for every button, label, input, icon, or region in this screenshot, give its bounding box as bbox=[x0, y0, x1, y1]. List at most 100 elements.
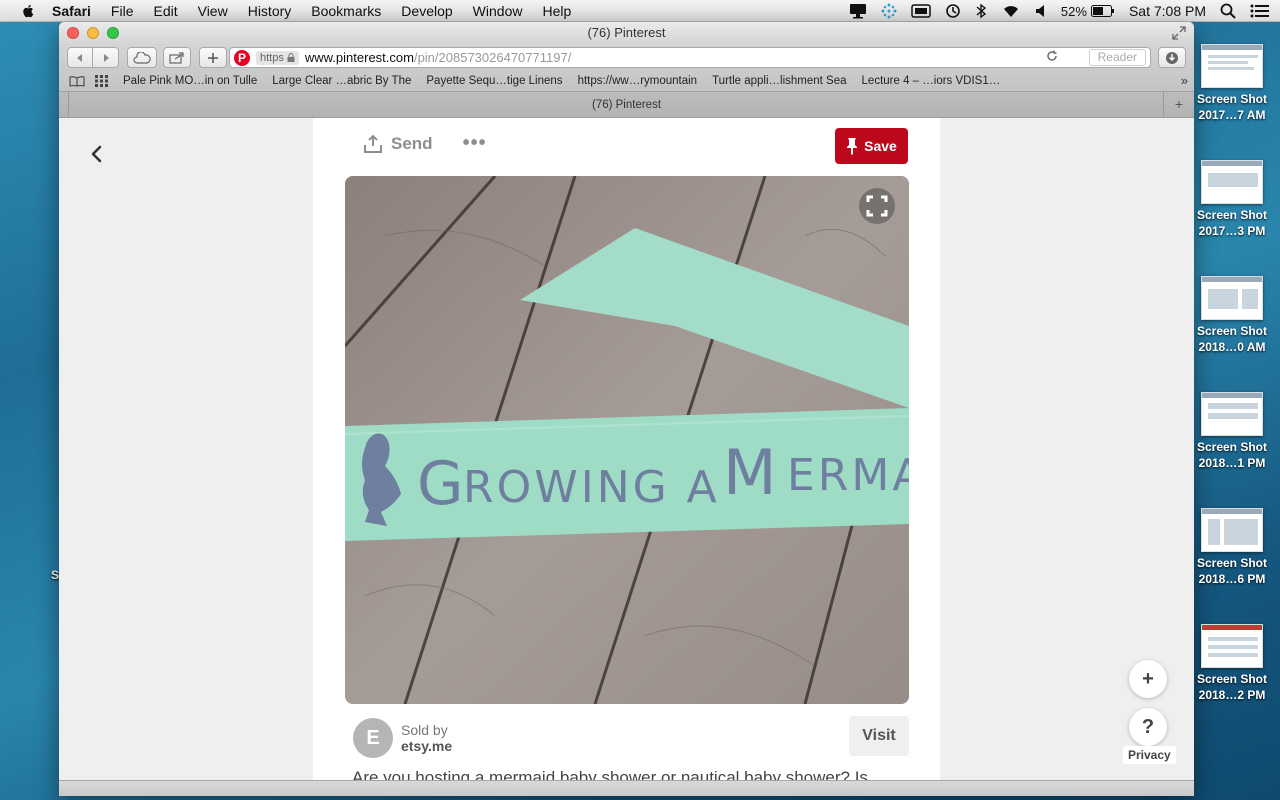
desktop-screenshot-icon[interactable]: Screen Shot 2018…6 PM bbox=[1196, 508, 1268, 587]
forward-button[interactable] bbox=[93, 47, 119, 68]
desktop-icon-label: Screen Shot bbox=[1196, 556, 1268, 570]
menu-help[interactable]: Help bbox=[542, 3, 571, 19]
menu-bookmarks[interactable]: Bookmarks bbox=[311, 3, 381, 19]
screenshot-thumbnail bbox=[1201, 392, 1263, 436]
close-window-button[interactable] bbox=[67, 27, 79, 39]
menu-file[interactable]: File bbox=[111, 3, 134, 19]
desktop-icon-label: 2018…6 PM bbox=[1198, 572, 1266, 586]
minimize-window-button[interactable] bbox=[87, 27, 99, 39]
send-label: Send bbox=[391, 133, 433, 153]
screenshot-thumbnail bbox=[1201, 276, 1263, 320]
tab-divider bbox=[68, 92, 69, 118]
desktop-icon-label: Screen Shot bbox=[1196, 672, 1268, 686]
pinterest-favicon: P bbox=[234, 49, 250, 66]
screenshot-thumbnail bbox=[1201, 160, 1263, 204]
tab-bar: (76) Pinterest + bbox=[59, 91, 1194, 118]
desktop-icon-label-partial: S bbox=[51, 568, 60, 582]
share-button[interactable] bbox=[163, 47, 191, 68]
time-machine-icon[interactable] bbox=[945, 3, 961, 19]
safari-window: (76) Pinterest P https www.pinterest.com… bbox=[59, 22, 1194, 796]
bookmark-item[interactable]: Turtle appli…lishment Sea bbox=[712, 75, 846, 87]
wifi-icon[interactable] bbox=[1001, 3, 1021, 19]
back-button[interactable] bbox=[67, 47, 93, 68]
battery-icon[interactable] bbox=[1090, 5, 1115, 17]
volume-icon[interactable] bbox=[1035, 4, 1047, 18]
menu-edit[interactable]: Edit bbox=[153, 3, 177, 19]
desktop-icon-label: Screen Shot bbox=[1196, 324, 1268, 338]
pin-image[interactable]: G ROWING A M ERMA bbox=[345, 176, 909, 704]
menubar-clock[interactable]: Sat 7:08 PM bbox=[1129, 3, 1206, 19]
add-bookmark-button[interactable] bbox=[199, 47, 227, 68]
bookmark-item[interactable]: Pale Pink MO…in on Tulle bbox=[123, 75, 257, 87]
bookmarks-overflow-icon[interactable]: » bbox=[1181, 73, 1188, 88]
downloads-button[interactable] bbox=[1158, 47, 1186, 68]
zoom-window-button[interactable] bbox=[107, 27, 119, 39]
cloud-icon bbox=[133, 51, 151, 64]
expand-image-button[interactable] bbox=[859, 188, 895, 224]
seller-info[interactable]: E Sold by etsy.me bbox=[353, 718, 452, 758]
bluetooth-icon[interactable] bbox=[975, 3, 987, 19]
download-icon bbox=[1166, 51, 1178, 64]
desktop-screenshot-icon[interactable]: Screen Shot 2017…3 PM bbox=[1196, 160, 1268, 239]
desktop-screenshot-icon[interactable]: Screen Shot 2018…2 PM bbox=[1196, 624, 1268, 703]
bookmark-item[interactable]: Payette Sequ…tige Linens bbox=[426, 75, 562, 87]
visit-button[interactable]: Visit bbox=[849, 716, 909, 756]
share-icon bbox=[169, 51, 184, 64]
https-badge: https bbox=[256, 50, 299, 65]
desktop-icon-label: Screen Shot bbox=[1196, 440, 1268, 454]
save-label: Save bbox=[864, 138, 897, 154]
menu-view[interactable]: View bbox=[198, 3, 228, 19]
toolbar: P https www.pinterest.com /pin/208573026… bbox=[59, 44, 1194, 71]
notification-center-icon[interactable] bbox=[1250, 3, 1270, 19]
keyboard-icon[interactable] bbox=[911, 4, 931, 18]
apple-icon[interactable] bbox=[18, 3, 38, 19]
seller-text: Sold by etsy.me bbox=[401, 722, 452, 754]
create-pin-button[interactable]: + bbox=[1129, 660, 1167, 698]
desktop-screenshot-icon[interactable]: Screen Shot 2017…7 AM bbox=[1196, 44, 1268, 123]
share-upload-icon bbox=[364, 134, 382, 153]
forward-triangle-icon bbox=[103, 53, 109, 62]
lock-icon bbox=[287, 53, 295, 62]
window-title: (76) Pinterest bbox=[587, 25, 666, 40]
slack-icon[interactable] bbox=[881, 3, 897, 19]
reload-icon[interactable] bbox=[1046, 50, 1058, 65]
page-viewport[interactable]: Send ••• Save G ROWING A M ERM E Sold by… bbox=[59, 118, 1194, 780]
fullscreen-icon[interactable] bbox=[1172, 26, 1186, 40]
battery-percent[interactable]: 52% bbox=[1061, 4, 1087, 19]
bookmark-item[interactable]: Lecture 4 – …iors VDIS1… bbox=[862, 75, 1001, 87]
menu-window[interactable]: Window bbox=[473, 3, 523, 19]
desktop-icon-label: 2018…1 PM bbox=[1198, 456, 1266, 470]
title-bar[interactable]: (76) Pinterest bbox=[59, 22, 1194, 44]
mermaid-sash-photo: G ROWING A M ERMA bbox=[345, 176, 909, 704]
desktop-screenshot-icon[interactable]: Screen Shot 2018…1 PM bbox=[1196, 392, 1268, 471]
icloud-tabs-button[interactable] bbox=[127, 47, 157, 68]
reader-button[interactable]: Reader bbox=[1088, 49, 1146, 66]
send-button[interactable]: Send bbox=[363, 134, 433, 154]
more-options-icon[interactable]: ••• bbox=[463, 132, 487, 155]
spotlight-icon[interactable] bbox=[1220, 3, 1236, 19]
svg-text:ROWING A: ROWING A bbox=[463, 462, 720, 513]
pin-card: Send ••• Save G ROWING A M ERM E Sold by… bbox=[313, 118, 940, 780]
help-button[interactable]: ? bbox=[1129, 708, 1167, 746]
menu-app-safari[interactable]: Safari bbox=[52, 3, 91, 19]
desktop-screenshot-icon[interactable]: Screen Shot 2018…0 AM bbox=[1196, 276, 1268, 355]
top-sites-icon[interactable] bbox=[95, 75, 109, 87]
screenshot-thumbnail bbox=[1201, 624, 1263, 668]
tab-pinterest[interactable]: (76) Pinterest bbox=[592, 99, 661, 111]
menu-history[interactable]: History bbox=[248, 3, 292, 19]
messages-icon[interactable] bbox=[849, 3, 867, 19]
pin-description: Are you hosting a mermaid baby shower or… bbox=[352, 768, 868, 780]
bookmark-item[interactable]: https://ww…rymountain bbox=[578, 75, 698, 87]
menu-develop[interactable]: Develop bbox=[401, 3, 452, 19]
screenshot-thumbnail bbox=[1201, 508, 1263, 552]
url-path: /pin/208573026470771197/ bbox=[413, 50, 572, 65]
address-bar[interactable]: P https www.pinterest.com /pin/208573026… bbox=[229, 47, 1151, 68]
seller-avatar[interactable]: E bbox=[353, 718, 393, 758]
save-button[interactable]: Save bbox=[835, 128, 908, 164]
back-chevron-icon[interactable] bbox=[85, 142, 109, 166]
seller-name[interactable]: etsy.me bbox=[401, 738, 452, 754]
reading-list-icon[interactable] bbox=[69, 75, 85, 87]
new-tab-icon[interactable]: + bbox=[1172, 97, 1186, 111]
bookmark-item[interactable]: Large Clear …abric By The bbox=[272, 75, 411, 87]
privacy-link[interactable]: Privacy bbox=[1123, 746, 1176, 764]
